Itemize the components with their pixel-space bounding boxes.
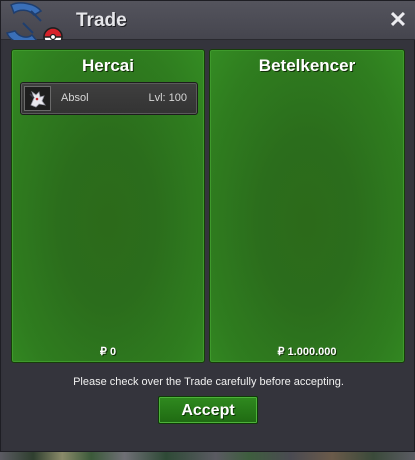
pokemon-level: Lvl: 100: [148, 92, 187, 104]
pokemon-slot[interactable]: Absol Lvl: 100: [20, 82, 198, 115]
right-player-name: Betelkencer: [258, 56, 356, 75]
trade-notice: Please check over the Trade carefully be…: [73, 376, 344, 388]
trade-window: Trade ✕ Hercai Absol Lvl: 100 ₽ 0 Betelk…: [0, 0, 415, 452]
accept-button[interactable]: Accept: [158, 396, 258, 424]
absol-sprite-icon: [24, 86, 51, 111]
close-button[interactable]: ✕: [387, 9, 409, 31]
pokemon-name: Absol: [61, 92, 89, 104]
left-money: ₽ 0: [99, 346, 117, 358]
window-title: Trade: [76, 10, 127, 31]
left-player-name: Hercai: [82, 56, 134, 75]
left-trade-panel: Hercai Absol Lvl: 100 ₽ 0: [11, 49, 205, 363]
right-trade-panel: Betelkencer ₽ 1.000.000: [209, 49, 405, 363]
background-game-strip: [0, 452, 415, 460]
right-money: ₽ 1.000.000: [277, 346, 337, 358]
